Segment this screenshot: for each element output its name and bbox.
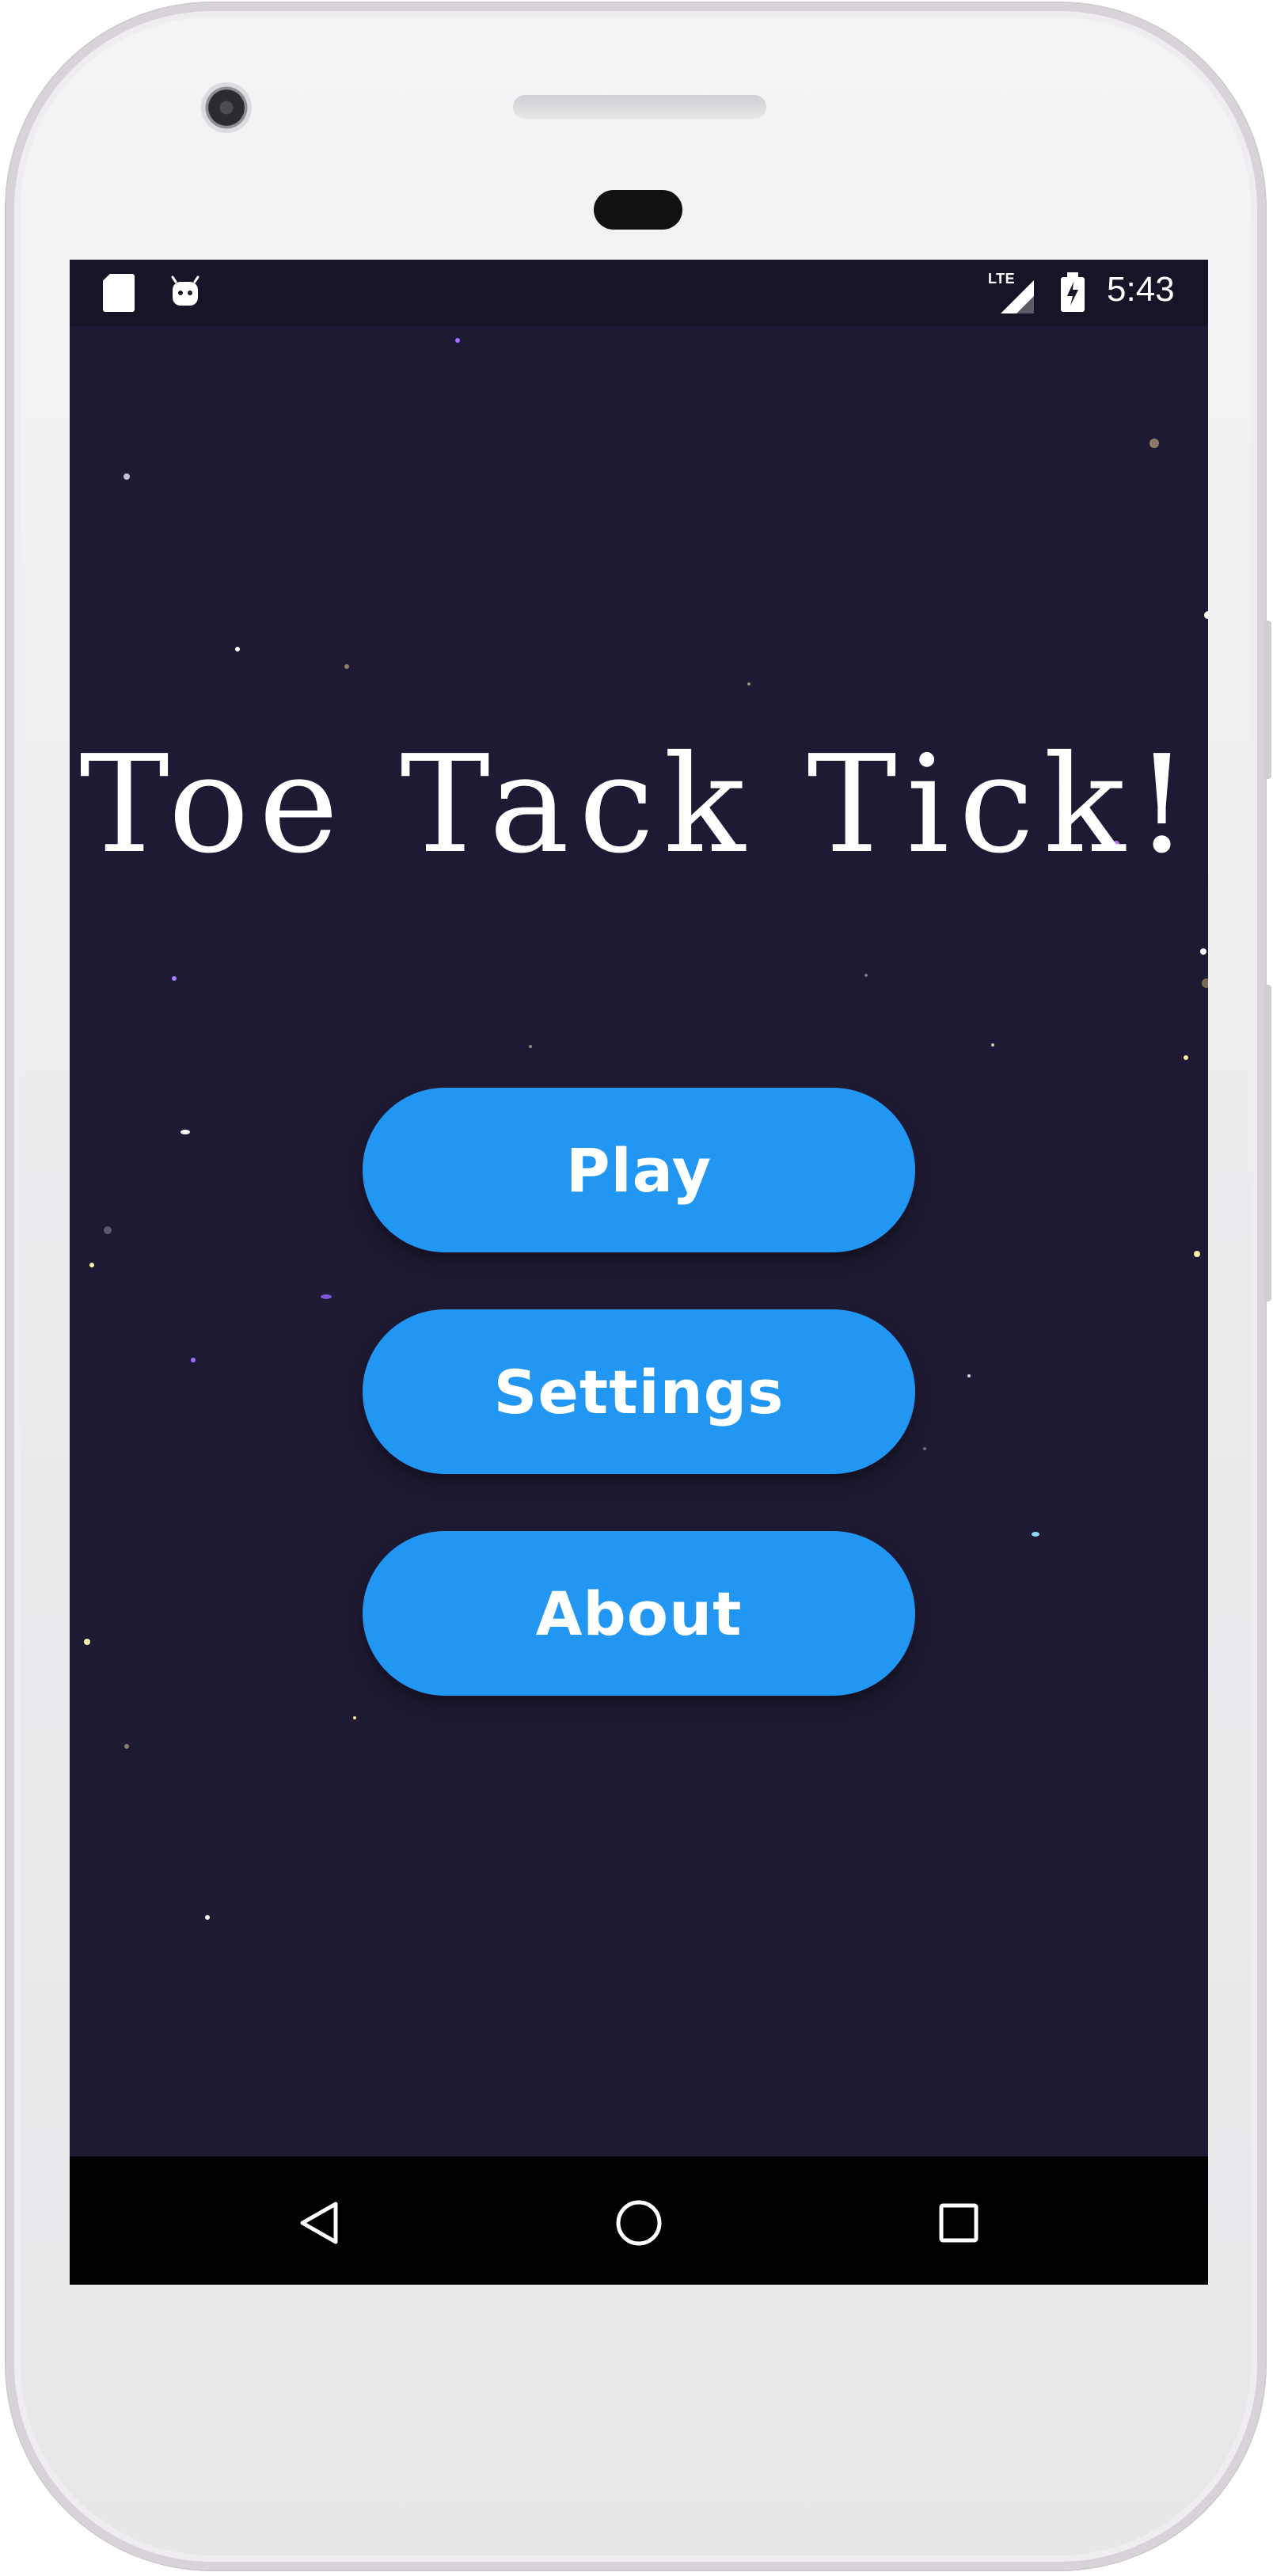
volume-buttons <box>1264 985 1271 1301</box>
star <box>344 664 349 669</box>
app-title: Toe Tack Tick! <box>79 727 1199 883</box>
star <box>1150 439 1159 448</box>
status-time: 5:43 <box>1107 270 1175 309</box>
star <box>1200 948 1206 955</box>
star <box>191 1358 196 1362</box>
android-icon <box>171 275 200 306</box>
star <box>967 1374 971 1377</box>
proximity-sensor <box>594 190 682 230</box>
star <box>353 1716 356 1719</box>
battery-charging-icon <box>1061 272 1085 312</box>
sd-card-icon <box>103 274 135 312</box>
star <box>991 1043 994 1047</box>
phone-frame: LTE 5:43 Toe Tack Tick! Play Settings Ab… <box>6 3 1271 2570</box>
front-camera-icon <box>201 82 252 133</box>
about-button[interactable]: About <box>363 1531 915 1696</box>
star <box>747 682 750 686</box>
home-icon[interactable] <box>614 2198 664 2248</box>
star <box>1194 1251 1200 1257</box>
navigation-bar <box>70 2156 1208 2285</box>
play-button[interactable]: Play <box>363 1088 915 1252</box>
star <box>1184 1055 1188 1060</box>
star <box>321 1294 332 1299</box>
star <box>84 1639 90 1645</box>
settings-button[interactable]: Settings <box>363 1309 915 1474</box>
star <box>124 473 130 480</box>
recents-icon[interactable] <box>933 2198 984 2248</box>
signal-icon <box>1001 280 1034 313</box>
star <box>923 1447 926 1450</box>
star <box>124 1744 129 1749</box>
star <box>1202 978 1208 988</box>
star <box>864 974 868 977</box>
power-button <box>1264 621 1271 779</box>
back-icon[interactable] <box>293 2198 344 2248</box>
star <box>89 1263 94 1267</box>
status-bar: LTE 5:43 <box>70 260 1208 326</box>
app-screen: LTE 5:43 Toe Tack Tick! Play Settings Ab… <box>70 260 1208 2285</box>
star <box>455 338 460 343</box>
star <box>205 1915 210 1920</box>
star <box>1204 611 1208 619</box>
star <box>235 647 240 652</box>
star <box>1032 1532 1039 1537</box>
star <box>180 1130 190 1134</box>
star <box>529 1045 532 1048</box>
star <box>104 1226 112 1234</box>
earpiece-speaker <box>513 95 766 119</box>
star <box>172 976 177 981</box>
